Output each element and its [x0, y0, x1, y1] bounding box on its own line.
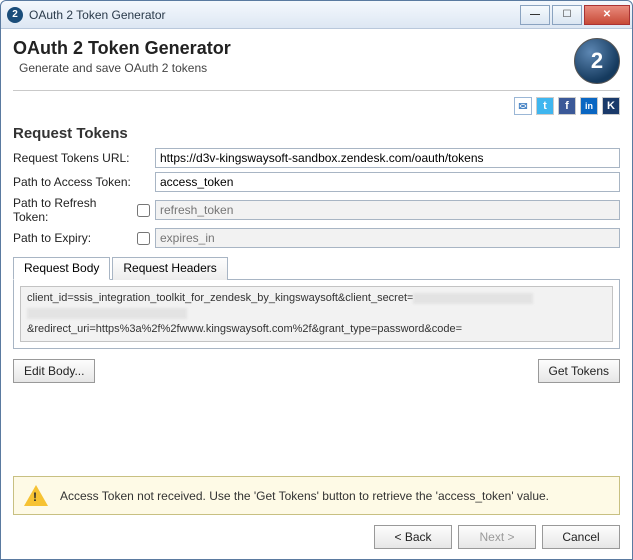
section-heading: Request Tokens — [13, 125, 620, 142]
cancel-button[interactable]: Cancel — [542, 525, 620, 549]
app-icon: 2 — [7, 7, 23, 23]
maximize-button[interactable] — [552, 5, 582, 25]
edit-body-button[interactable]: Edit Body... — [13, 359, 95, 383]
body-part1: client_id=ssis_integration_toolkit_for_z… — [27, 292, 413, 304]
tabs: Request Body Request Headers client_id=s… — [13, 256, 620, 349]
refresh-token-checkbox[interactable] — [137, 204, 150, 217]
close-button[interactable] — [584, 5, 630, 25]
k-icon[interactable]: K — [602, 97, 620, 115]
minimize-button[interactable] — [520, 5, 550, 25]
page-subtitle: Generate and save OAuth 2 tokens — [13, 61, 231, 75]
form-area: Request Tokens URL: Path to Access Token… — [13, 148, 620, 383]
refresh-token-input — [155, 200, 620, 220]
get-tokens-button[interactable]: Get Tokens — [538, 359, 620, 383]
oauth-logo: 2 — [574, 38, 620, 84]
expiry-label: Path to Expiry: — [13, 231, 131, 245]
facebook-icon[interactable]: f — [558, 97, 576, 115]
redacted-secret — [413, 293, 533, 304]
window-title: OAuth 2 Token Generator — [29, 8, 520, 22]
linkedin-icon[interactable]: in — [580, 97, 598, 115]
tab-request-body[interactable]: Request Body — [13, 257, 110, 280]
next-button: Next > — [458, 525, 536, 549]
twitter-icon[interactable]: t — [536, 97, 554, 115]
redacted-line2 — [27, 308, 187, 319]
client-area: OAuth 2 Token Generator Generate and sav… — [1, 29, 632, 559]
tab-request-headers[interactable]: Request Headers — [112, 257, 227, 280]
titlebar[interactable]: 2 OAuth 2 Token Generator — [1, 1, 632, 29]
expiry-input — [155, 228, 620, 248]
back-button[interactable]: < Back — [374, 525, 452, 549]
body-part2: &redirect_uri=https%3a%2f%2fwww.kingsway… — [27, 323, 462, 335]
header: OAuth 2 Token Generator Generate and sav… — [13, 38, 620, 91]
warning-text: Access Token not received. Use the 'Get … — [60, 489, 549, 503]
url-label: Request Tokens URL: — [13, 151, 131, 165]
social-row: ✉ t f in K — [13, 97, 620, 115]
window-frame: 2 OAuth 2 Token Generator OAuth 2 Token … — [0, 0, 633, 560]
warning-banner: Access Token not received. Use the 'Get … — [13, 476, 620, 515]
refresh-token-label: Path to Refresh Token: — [13, 196, 131, 224]
page-title: OAuth 2 Token Generator — [13, 38, 231, 59]
expiry-checkbox[interactable] — [137, 232, 150, 245]
footer-buttons: < Back Next > Cancel — [13, 525, 620, 549]
access-token-label: Path to Access Token: — [13, 175, 131, 189]
access-token-input[interactable] — [155, 172, 620, 192]
tab-body-panel: client_id=ssis_integration_toolkit_for_z… — [13, 280, 620, 349]
url-input[interactable] — [155, 148, 620, 168]
request-body-text: client_id=ssis_integration_toolkit_for_z… — [20, 286, 613, 342]
email-icon[interactable]: ✉ — [514, 97, 532, 115]
warning-icon — [24, 485, 48, 506]
